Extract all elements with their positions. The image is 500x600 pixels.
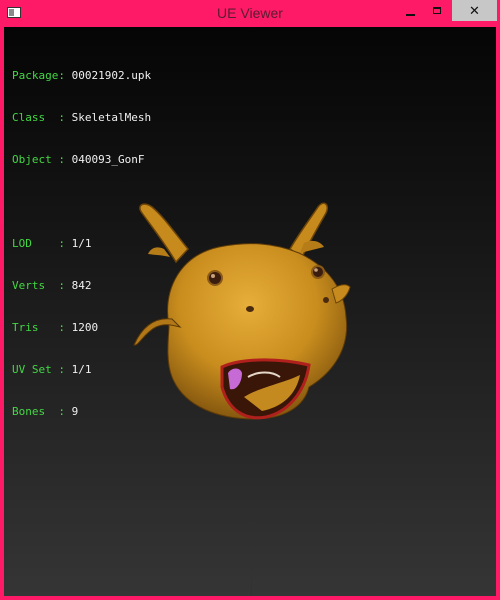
maximize-icon (433, 7, 441, 14)
minimize-button[interactable] (397, 0, 423, 21)
maximize-button[interactable] (424, 0, 450, 21)
dragon-head-mesh[interactable] (4, 27, 496, 596)
app-window: UE Viewer ✕ Package: 00021902.upk Class … (0, 0, 500, 600)
minimize-icon (405, 13, 415, 16)
right-eye (311, 265, 325, 279)
nostril (323, 297, 329, 303)
close-icon: ✕ (469, 2, 480, 18)
3d-viewport[interactable]: Package: 00021902.upk Class : SkeletalMe… (4, 27, 496, 596)
nostril (246, 306, 254, 312)
view-axis-line (251, 545, 252, 596)
close-button[interactable]: ✕ (452, 0, 497, 21)
title-bar[interactable]: UE Viewer ✕ (0, 0, 500, 27)
left-eye (207, 270, 223, 286)
